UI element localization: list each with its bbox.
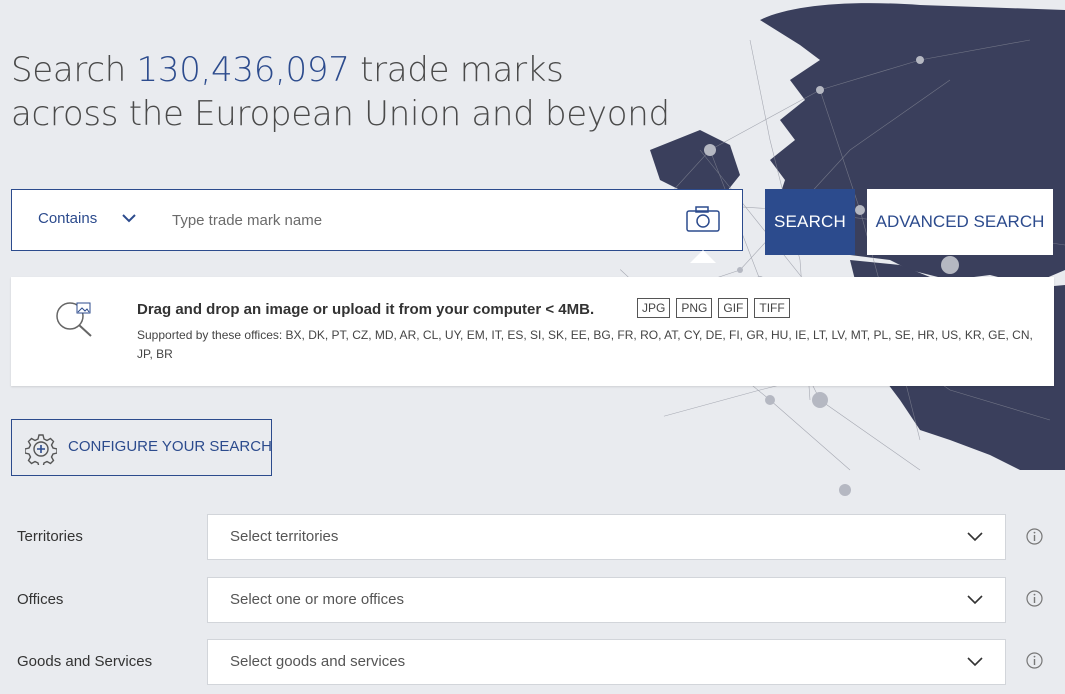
- trade-mark-count: 130,436,097: [136, 50, 350, 90]
- chevron-down-icon[interactable]: [122, 214, 136, 223]
- advanced-search-button[interactable]: ADVANCED SEARCH: [867, 189, 1053, 255]
- search-mode-dropdown[interactable]: Contains: [38, 210, 97, 227]
- upload-panel-pointer: [690, 250, 716, 263]
- offices-placeholder: Select one or more offices: [230, 591, 404, 608]
- chevron-down-icon: [967, 532, 983, 542]
- headline-prefix: Search: [11, 50, 127, 90]
- goods-services-placeholder: Select goods and services: [230, 653, 406, 670]
- format-badge: GIF: [718, 298, 749, 318]
- headline-line-2: across the European Union and beyond: [11, 94, 670, 134]
- chevron-down-icon: [967, 657, 983, 667]
- format-badge: TIFF: [754, 298, 790, 318]
- goods-services-label: Goods and Services: [17, 653, 153, 670]
- goods-services-select[interactable]: Select goods and services: [207, 639, 1006, 685]
- format-badge: JPG: [637, 298, 671, 318]
- chevron-down-icon: [967, 595, 983, 605]
- info-icon[interactable]: [1026, 590, 1043, 607]
- image-upload-panel[interactable]: Drag and drop an image or upload it from…: [11, 277, 1054, 386]
- info-icon[interactable]: [1026, 528, 1043, 545]
- format-badges: JPG PNG GIF TIFF: [637, 298, 790, 318]
- trade-mark-name-input[interactable]: [172, 202, 672, 238]
- format-badge: PNG: [676, 298, 713, 318]
- search-box: Contains: [11, 189, 743, 251]
- page-headline: Search 130,436,097 trade marks across th…: [11, 48, 670, 136]
- territories-placeholder: Select territories: [230, 528, 339, 545]
- offices-select[interactable]: Select one or more offices: [207, 577, 1006, 623]
- headline-suffix: trade marks: [360, 50, 564, 90]
- image-search-icon: [56, 302, 92, 337]
- camera-icon[interactable]: [686, 206, 720, 232]
- supported-offices-text: Supported by these offices: BX, DK, PT, …: [137, 328, 1033, 361]
- territories-label: Territories: [17, 528, 83, 545]
- upload-instructions: Drag and drop an image or upload it from…: [137, 301, 595, 318]
- gear-plus-icon: [25, 434, 57, 465]
- info-icon[interactable]: [1026, 652, 1043, 669]
- territories-select[interactable]: Select territories: [207, 514, 1006, 560]
- headline-line-1: Search 130,436,097 trade marks: [11, 48, 670, 92]
- configure-search-label: CONFIGURE YOUR SEARCH: [68, 438, 272, 455]
- offices-label: Offices: [17, 591, 64, 608]
- configure-search-button[interactable]: CONFIGURE YOUR SEARCH: [11, 419, 272, 476]
- search-button[interactable]: SEARCH: [765, 189, 855, 255]
